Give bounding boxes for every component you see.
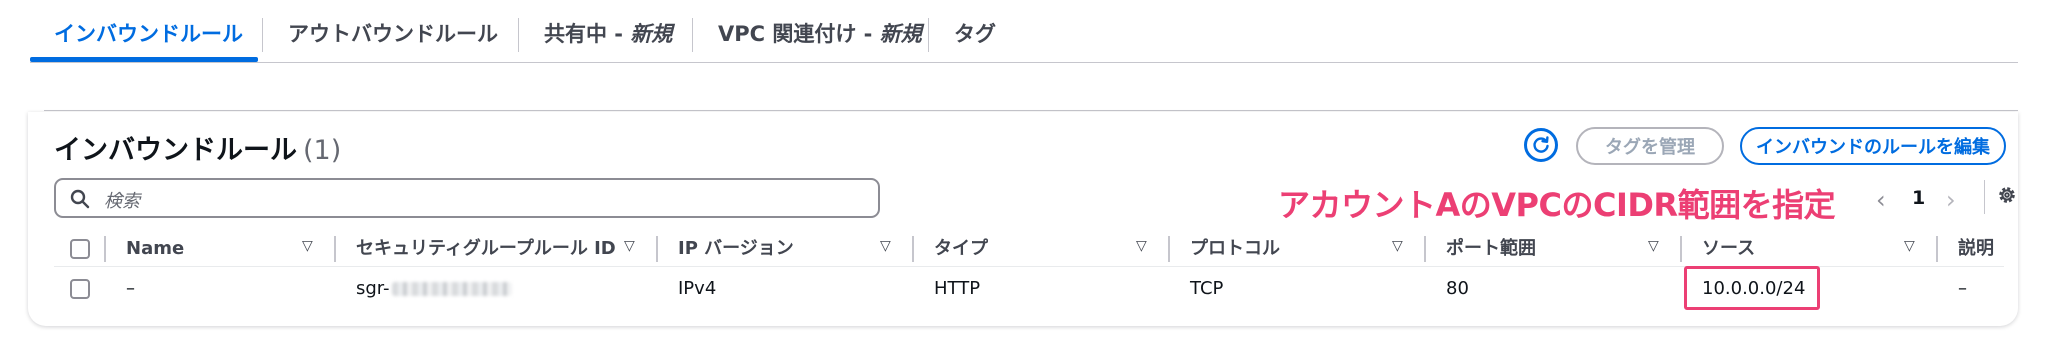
sort-icon[interactable]: ▽ (624, 238, 635, 254)
cell-name: – (126, 278, 135, 299)
tab-vpc-associations-new: 新規 (879, 22, 922, 46)
row-checkbox[interactable] (70, 279, 90, 299)
sort-icon[interactable]: ▽ (880, 238, 891, 254)
tab-outbound-rules[interactable]: アウトバウンドルール (288, 0, 498, 62)
rule-count: (1) (303, 135, 342, 166)
redacted-rule-id (391, 282, 512, 296)
source-highlight-box (1684, 266, 1820, 310)
section-divider (44, 110, 2018, 111)
rule-id-prefix: sgr- (356, 278, 390, 299)
panel-title: インバウンドルール (1) (54, 128, 341, 167)
tab-sharing-new: 新規 (630, 22, 673, 46)
sort-icon[interactable]: ▽ (302, 238, 313, 254)
refresh-icon (1533, 136, 1549, 153)
search-placeholder: 検索 (104, 191, 140, 212)
column-header-description[interactable]: 説明 (1958, 236, 1994, 262)
tab-divider (518, 18, 519, 52)
tab-tags[interactable]: タグ (954, 0, 996, 62)
panel-title-text: インバウンドルール (54, 135, 297, 166)
cell-ip-version: IPv4 (678, 278, 717, 299)
tabs-underline (30, 62, 2018, 63)
column-header-port-range[interactable]: ポート範囲 (1446, 236, 1536, 262)
manage-tags-button[interactable]: タグを管理 (1576, 127, 1724, 165)
column-divider[interactable] (1936, 236, 1938, 262)
column-divider (104, 236, 106, 262)
column-divider[interactable] (1424, 236, 1426, 262)
edit-inbound-rules-button[interactable]: インバウンドのルールを編集 (1740, 127, 2006, 165)
sort-icon[interactable]: ▽ (1136, 238, 1147, 254)
cell-description: – (1958, 278, 1967, 299)
tab-bar: インバウンドルール アウトバウンドルール 共有中 - 新規 VPC 関連付け -… (0, 0, 2048, 64)
tab-divider (928, 18, 929, 52)
search-icon (70, 189, 90, 209)
sort-icon[interactable]: ▽ (1392, 238, 1403, 254)
tab-inbound-rules[interactable]: インバウンドルール (54, 0, 243, 62)
cell-port-range: 80 (1446, 278, 1469, 299)
column-divider[interactable] (334, 236, 336, 262)
column-header-source[interactable]: ソース (1702, 236, 1755, 262)
current-page-number[interactable]: 1 (1912, 187, 1925, 209)
column-header-ip-version[interactable]: IP バージョン (678, 236, 794, 262)
column-divider[interactable] (912, 236, 914, 262)
next-page-icon[interactable]: › (1946, 186, 1956, 214)
refresh-button[interactable] (1524, 128, 1558, 162)
column-divider[interactable] (1680, 236, 1682, 262)
pagination-divider (1984, 180, 1985, 214)
column-header-name[interactable]: Name (126, 236, 184, 262)
sort-icon[interactable]: ▽ (1904, 238, 1915, 254)
search-field[interactable]: 検索 (54, 178, 880, 218)
tab-sharing-label: 共有中 - (544, 22, 631, 46)
select-all-checkbox[interactable] (70, 239, 90, 259)
column-divider[interactable] (1168, 236, 1170, 262)
annotation-text: アカウントAのVPCのCIDR範囲を指定 (1278, 186, 1836, 224)
column-header-type[interactable]: タイプ (934, 236, 988, 262)
column-header-protocol[interactable]: プロトコル (1190, 236, 1280, 262)
column-divider[interactable] (656, 236, 658, 262)
tab-vpc-associations[interactable]: VPC 関連付け - 新規 (718, 0, 922, 62)
gear-icon[interactable] (1996, 184, 2018, 210)
tab-divider (692, 18, 693, 52)
cell-rule-id[interactable]: sgr- (356, 276, 512, 302)
previous-page-icon[interactable]: ‹ (1876, 186, 1886, 214)
column-header-rule-id[interactable]: セキュリティグループルール ID (356, 236, 616, 262)
tab-sharing[interactable]: 共有中 - 新規 (544, 0, 672, 62)
cell-type: HTTP (934, 278, 981, 299)
tab-vpc-associations-label: VPC 関連付け - (718, 22, 880, 46)
tab-divider (262, 18, 263, 52)
sort-icon[interactable]: ▽ (1648, 238, 1659, 254)
cell-protocol: TCP (1190, 278, 1224, 299)
